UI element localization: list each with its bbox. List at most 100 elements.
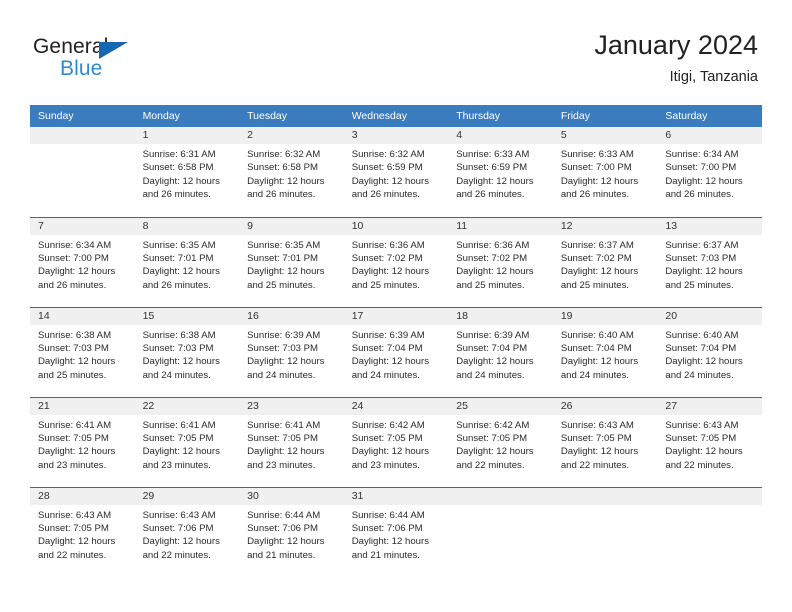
- day-number: 25: [448, 397, 553, 415]
- day-info-line: Daylight: 12 hours: [351, 175, 430, 187]
- day-number: 24: [343, 397, 449, 415]
- day-info-line: Sunrise: 6:34 AM: [38, 239, 112, 251]
- weekday-header-monday: Monday: [134, 105, 240, 127]
- calendar-empty-cell: [30, 127, 135, 217]
- calendar-day-cell[interactable]: 14 Sunrise: 6:38 AM Sunset: 7:03 PM Dayligh…: [30, 306, 135, 397]
- day-info-line: Sunrise: 6:38 AM: [38, 329, 112, 341]
- day-info-line: Sunset: 7:06 PM: [247, 522, 319, 534]
- day-info-line: and 26 minutes.: [456, 189, 525, 201]
- calendar-week-row: 21 Sunrise: 6:41 AM Sunset: 7:05 PM Dayligh…: [30, 396, 762, 487]
- day-info-line: Sunrise: 6:43 AM: [560, 419, 634, 431]
- day-number: 27: [657, 397, 762, 415]
- day-info-line: and 23 minutes.: [38, 459, 107, 471]
- day-info-line: Daylight: 12 hours: [665, 266, 743, 278]
- day-info-line: Sunset: 7:06 PM: [142, 522, 214, 534]
- day-info-line: Sunset: 7:05 PM: [142, 432, 214, 444]
- calendar-day-cell[interactable]: 21 Sunrise: 6:41 AM Sunset: 7:05 PM Dayligh…: [30, 396, 135, 487]
- day-number: 26: [552, 397, 658, 415]
- calendar-day-cell[interactable]: 15 Sunrise: 6:38 AM Sunset: 7:03 PM Dayligh…: [134, 306, 240, 397]
- day-info-line: Sunrise: 6:43 AM: [38, 509, 112, 521]
- day-info-line: Sunrise: 6:35 AM: [247, 239, 321, 251]
- day-info-line: and 22 minutes.: [142, 549, 211, 561]
- calendar-day-cell[interactable]: 13 Sunrise: 6:37 AM Sunset: 7:03 PM Dayligh…: [657, 216, 762, 307]
- day-info-line: Sunrise: 6:34 AM: [665, 149, 739, 160]
- calendar-day-cell[interactable]: 19 Sunrise: 6:40 AM Sunset: 7:04 PM Dayligh…: [552, 306, 658, 397]
- calendar-day-cell[interactable]: 6 Sunrise: 6:34 AM Sunset: 7:00 PM Daylight…: [657, 127, 762, 217]
- day-info-line: and 22 minutes.: [560, 459, 630, 471]
- day-sun-info: Sunrise: 6:43 AM Sunset: 7:06 PM Daylight:…: [135, 505, 240, 563]
- day-info-line: Sunrise: 6:32 AM: [351, 149, 425, 160]
- day-sun-info: Sunrise: 6:40 AM Sunset: 7:04 PM Daylight:…: [553, 325, 658, 383]
- day-sun-info: Sunrise: 6:41 AM Sunset: 7:05 PM Daylight:…: [30, 415, 135, 473]
- day-number: 3: [343, 127, 449, 144]
- day-info-line: Sunrise: 6:40 AM: [665, 329, 739, 341]
- calendar-empty-cell: [448, 486, 553, 577]
- day-sun-info: Sunrise: 6:43 AM Sunset: 7:05 PM Daylight:…: [657, 415, 762, 473]
- day-info-line: Daylight: 12 hours: [560, 175, 639, 187]
- day-info-line: Daylight: 12 hours: [38, 266, 116, 278]
- day-info-line: Sunrise: 6:32 AM: [247, 149, 321, 160]
- brand-logo[interactable]: General Blue: [33, 34, 233, 84]
- calendar-day-cell[interactable]: 11 Sunrise: 6:36 AM Sunset: 7:02 PM Dayligh…: [448, 216, 553, 307]
- day-info-line: Sunset: 7:05 PM: [351, 432, 423, 444]
- calendar-day-cell[interactable]: 27 Sunrise: 6:43 AM Sunset: 7:05 PM Dayligh…: [657, 396, 762, 487]
- day-info-line: Sunset: 7:03 PM: [142, 342, 214, 354]
- day-number: 10: [343, 217, 449, 235]
- day-info-line: Sunrise: 6:35 AM: [142, 239, 216, 251]
- day-sun-info: Sunrise: 6:37 AM Sunset: 7:03 PM Daylight:…: [657, 235, 762, 293]
- calendar-day-cell[interactable]: 10 Sunrise: 6:36 AM Sunset: 7:02 PM Dayligh…: [343, 216, 449, 307]
- weekday-header-saturday: Saturday: [657, 105, 762, 127]
- calendar-day-cell[interactable]: 26 Sunrise: 6:43 AM Sunset: 7:05 PM Dayligh…: [552, 396, 658, 487]
- calendar-day-cell[interactable]: 16 Sunrise: 6:39 AM Sunset: 7:03 PM Dayligh…: [239, 306, 344, 397]
- day-sun-info: Sunrise: 6:35 AM Sunset: 7:01 PM Daylight:…: [239, 235, 344, 293]
- day-info-line: Sunrise: 6:42 AM: [456, 419, 530, 431]
- day-sun-info: Sunrise: 6:32 AM Sunset: 6:59 PM Daylight:…: [344, 144, 449, 202]
- day-number: 7: [30, 217, 135, 235]
- calendar-day-cell[interactable]: 23 Sunrise: 6:41 AM Sunset: 7:05 PM Dayligh…: [239, 396, 344, 487]
- day-number: [448, 487, 553, 505]
- calendar-day-cell[interactable]: 17 Sunrise: 6:39 AM Sunset: 7:04 PM Dayligh…: [343, 306, 449, 397]
- calendar-day-cell[interactable]: 24 Sunrise: 6:42 AM Sunset: 7:05 PM Dayligh…: [343, 396, 449, 487]
- calendar-day-cell[interactable]: 28 Sunrise: 6:43 AM Sunset: 7:05 PM Dayligh…: [30, 486, 135, 577]
- day-sun-info: Sunrise: 6:33 AM Sunset: 6:59 PM Daylight:…: [448, 144, 553, 202]
- calendar-day-cell[interactable]: 3 Sunrise: 6:32 AM Sunset: 6:59 PM Daylight…: [343, 127, 449, 217]
- day-sun-info: Sunrise: 6:33 AM Sunset: 7:00 PM Daylight:…: [553, 144, 658, 202]
- calendar-day-cell[interactable]: 7 Sunrise: 6:34 AM Sunset: 7:00 PM Daylight…: [30, 216, 135, 307]
- calendar-day-cell[interactable]: 31 Sunrise: 6:44 AM Sunset: 7:06 PM Dayligh…: [343, 486, 449, 577]
- day-number: 20: [657, 307, 762, 325]
- calendar-day-cell[interactable]: 4 Sunrise: 6:33 AM Sunset: 6:59 PM Daylight…: [448, 127, 553, 217]
- day-info-line: and 24 minutes.: [142, 369, 211, 381]
- calendar-day-cell[interactable]: 8 Sunrise: 6:35 AM Sunset: 7:01 PM Daylight…: [134, 216, 240, 307]
- day-info-line: Daylight: 12 hours: [665, 356, 743, 368]
- calendar-day-cell[interactable]: 12 Sunrise: 6:37 AM Sunset: 7:02 PM Dayligh…: [552, 216, 658, 307]
- calendar-day-cell[interactable]: 22 Sunrise: 6:41 AM Sunset: 7:05 PM Dayligh…: [134, 396, 240, 487]
- day-info-line: Sunrise: 6:39 AM: [456, 329, 530, 341]
- calendar-day-cell[interactable]: 9 Sunrise: 6:35 AM Sunset: 7:01 PM Daylight…: [239, 216, 344, 307]
- day-number: 17: [343, 307, 449, 325]
- day-info-line: Daylight: 12 hours: [38, 446, 116, 458]
- day-info-line: and 22 minutes.: [456, 459, 525, 471]
- calendar-day-cell[interactable]: 30 Sunrise: 6:44 AM Sunset: 7:06 PM Dayligh…: [239, 486, 344, 577]
- page-title: January 2024: [594, 30, 758, 60]
- day-info-line: and 24 minutes.: [351, 369, 420, 381]
- calendar-day-cell[interactable]: 29 Sunrise: 6:43 AM Sunset: 7:06 PM Dayligh…: [134, 486, 240, 577]
- calendar-day-cell[interactable]: 20 Sunrise: 6:40 AM Sunset: 7:04 PM Dayligh…: [657, 306, 762, 397]
- calendar-day-cell[interactable]: 1 Sunrise: 6:31 AM Sunset: 6:58 PM Daylight…: [134, 127, 240, 217]
- day-info-line: and 25 minutes.: [456, 279, 525, 291]
- calendar-day-cell[interactable]: 25 Sunrise: 6:42 AM Sunset: 7:05 PM Dayligh…: [448, 396, 553, 487]
- day-number: 23: [239, 397, 344, 415]
- day-info-line: Sunrise: 6:44 AM: [247, 509, 321, 521]
- day-info-line: Daylight: 12 hours: [142, 536, 220, 548]
- day-info-line: Sunset: 7:05 PM: [456, 432, 528, 444]
- calendar-day-cell[interactable]: 18 Sunrise: 6:39 AM Sunset: 7:04 PM Dayligh…: [448, 306, 553, 397]
- calendar-page: General Blue January 2024 Itigi, Tanzani…: [0, 0, 792, 612]
- day-info-line: Sunset: 6:59 PM: [351, 162, 423, 174]
- day-number: 5: [552, 127, 658, 144]
- calendar-day-cell[interactable]: 5 Sunrise: 6:33 AM Sunset: 7:00 PM Daylight…: [552, 127, 658, 217]
- day-number: 9: [239, 217, 344, 235]
- day-info-line: and 26 minutes.: [247, 189, 316, 201]
- day-info-line: Daylight: 12 hours: [560, 356, 639, 368]
- day-info-line: Daylight: 12 hours: [351, 356, 430, 368]
- calendar-day-cell[interactable]: 2 Sunrise: 6:32 AM Sunset: 6:58 PM Daylight…: [239, 127, 344, 217]
- day-info-line: Daylight: 12 hours: [456, 175, 534, 187]
